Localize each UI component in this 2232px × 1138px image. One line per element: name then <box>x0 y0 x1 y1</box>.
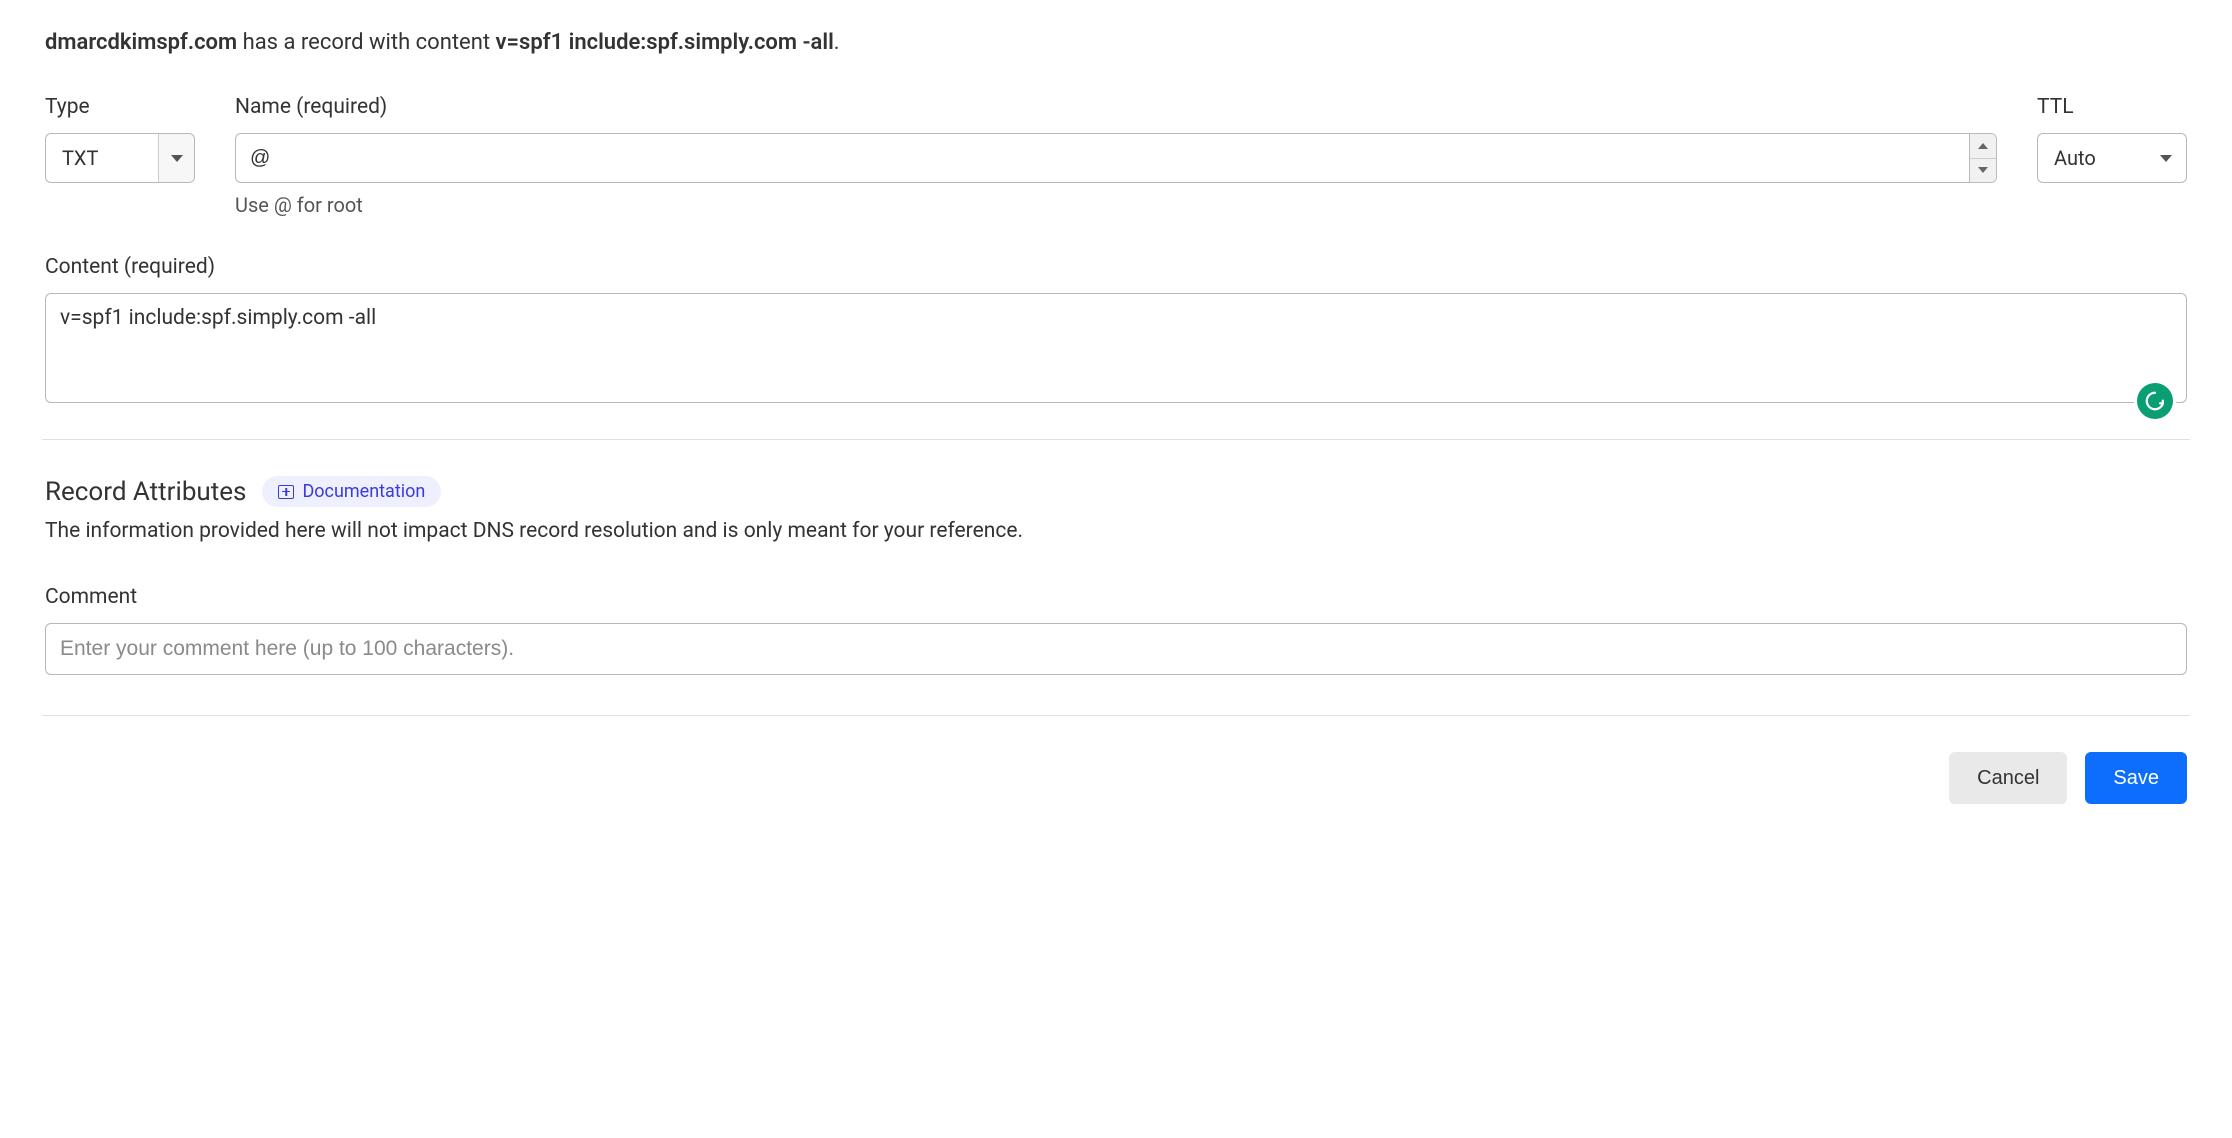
name-spinner-down[interactable] <box>1970 159 1996 183</box>
divider <box>42 439 2190 440</box>
documentation-label: Documentation <box>302 481 425 502</box>
ttl-label: TTL <box>2037 95 2187 119</box>
name-help-text: Use @ for root <box>235 193 1997 217</box>
content-label: Content (required) <box>45 255 2187 279</box>
record-attributes-description: The information provided here will not i… <box>45 519 2187 543</box>
form-actions: Cancel Save <box>45 752 2187 804</box>
comment-field-group: Comment <box>45 585 2187 675</box>
book-icon <box>278 485 294 499</box>
comment-label: Comment <box>45 585 2187 609</box>
chevron-down-icon <box>171 155 183 162</box>
save-button[interactable]: Save <box>2085 752 2187 804</box>
record-attributes-title: Record Attributes <box>45 477 246 507</box>
ttl-field-group: TTL Auto <box>2037 95 2187 183</box>
chevron-down-icon <box>1978 167 1988 173</box>
existing-record-notice: dmarcdkimspf.com has a record with conte… <box>45 30 2187 55</box>
notice-domain: dmarcdkimspf.com <box>45 30 237 55</box>
cancel-button[interactable]: Cancel <box>1949 752 2067 804</box>
divider <box>42 715 2190 716</box>
type-label: Type <box>45 95 195 119</box>
content-textarea[interactable] <box>45 293 2187 403</box>
chevron-down-icon <box>2160 155 2172 162</box>
name-spinner-up[interactable] <box>1970 134 1996 159</box>
name-input[interactable] <box>235 133 1969 183</box>
ttl-select-arrow <box>2146 134 2186 182</box>
type-select-value: TXT <box>46 134 158 182</box>
notice-middle-text: has a record with content <box>237 30 495 55</box>
grammarly-icon[interactable] <box>2137 383 2173 419</box>
ttl-select[interactable]: Auto <box>2037 133 2187 183</box>
name-spinner <box>1969 133 1997 183</box>
name-label: Name (required) <box>235 95 1997 119</box>
notice-suffix: . <box>834 30 840 55</box>
comment-input[interactable] <box>45 623 2187 675</box>
ttl-select-value: Auto <box>2038 134 2146 182</box>
content-field-group: Content (required) <box>45 255 2187 409</box>
name-field-group: Name (required) Use @ for root <box>235 95 1997 217</box>
chevron-up-icon <box>1978 143 1988 149</box>
type-select[interactable]: TXT <box>45 133 195 183</box>
type-select-arrow <box>158 134 194 182</box>
notice-content-value: v=spf1 include:spf.simply.com -all <box>496 30 834 55</box>
type-field-group: Type TXT <box>45 95 195 183</box>
documentation-link[interactable]: Documentation <box>262 476 441 507</box>
